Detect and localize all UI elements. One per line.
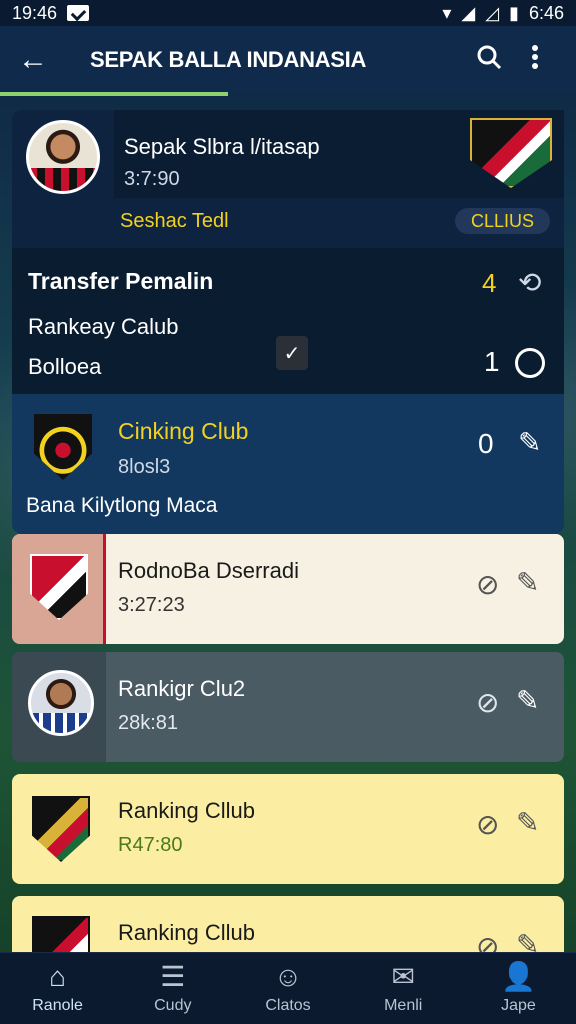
main-content: Sepak Slbra l/itasap 3:7:90 Seshac Tedl …	[12, 110, 564, 1024]
toggle-circle-icon[interactable]	[515, 348, 545, 378]
list-item-title: Rankigr Clu2	[118, 676, 246, 701]
transfer-line2: Bolloea	[28, 354, 102, 379]
transfer-value: 1	[484, 346, 500, 377]
list-item-thumb	[12, 534, 106, 644]
list-item-sub: 3:27:23	[118, 594, 185, 616]
signal-icon: ◢	[461, 2, 476, 23]
nav-item-profile[interactable]: 👤 Jape	[461, 953, 576, 1024]
player-avatar	[28, 670, 94, 736]
list-item[interactable]: Rankigr Clu2 28k:81 ⊘ ✎	[12, 652, 564, 762]
link-icon[interactable]: ⊘	[476, 808, 499, 841]
checkbox[interactable]: ✓	[276, 336, 308, 370]
cinking-value: 0	[478, 428, 494, 459]
transfer-title: Transfer Pemalin	[28, 268, 214, 294]
page-title: SEPAK BALLA INDANASIA	[90, 47, 367, 72]
search-icon[interactable]	[466, 44, 512, 77]
list-item-title: Ranking Cllub	[118, 798, 255, 823]
transfer-count: 4	[482, 268, 497, 298]
loading-progress	[0, 92, 228, 96]
nav-item-chat[interactable]: ☺ Clatos	[230, 953, 345, 1024]
status-bar: 19:46 ▾ ◢ ◿ ▮ 6:46	[0, 0, 576, 26]
home-icon: ⌂	[49, 960, 67, 992]
cinking-title: Cinking Club	[118, 418, 249, 444]
club-crest-icon	[32, 796, 90, 862]
whistle-icon[interactable]: ✎	[518, 426, 541, 459]
share-icon[interactable]: ⟲	[518, 266, 541, 299]
battery-icon: ▮	[509, 2, 519, 23]
status-time-left: 19:46	[12, 2, 58, 23]
whistle-icon[interactable]: ✎	[516, 566, 539, 599]
signal-icon-2: ◿	[485, 2, 500, 23]
link-icon[interactable]: ⊘	[476, 686, 499, 719]
nav-label: Cudy	[154, 996, 192, 1014]
nav-item-mail[interactable]: ✉ Menli	[346, 953, 461, 1024]
mail-icon: ✉	[391, 960, 415, 992]
list-item-sub: 28k:81	[118, 712, 179, 734]
transfer-section: Transfer Pemalin 4 ⟲ Rankeay Calub Bollo…	[12, 248, 564, 394]
app-bar: ← SEPAK BALLA INDANASIA	[0, 26, 576, 94]
back-arrow-icon[interactable]: ←	[18, 43, 58, 77]
nav-label: Menli	[384, 996, 423, 1014]
profile-card[interactable]: Sepak Slbra l/itasap 3:7:90 Seshac Tedl …	[12, 110, 564, 248]
status-time-right: 6:46	[528, 2, 564, 23]
profile-name: Sepak Slbra l/itasap	[124, 134, 320, 159]
profile-tag: Seshac Tedl	[120, 210, 229, 232]
link-icon[interactable]: ⊘	[476, 568, 499, 601]
player-avatar	[26, 120, 100, 194]
club-crest-icon	[30, 554, 88, 620]
list-item-thumb	[12, 652, 106, 762]
cinking-sub: 8losl3	[118, 456, 171, 478]
nav-item-home[interactable]: ⌂ Ranole	[0, 953, 115, 1024]
club-crest-icon	[34, 414, 92, 480]
bottom-nav: ⌂ Ranole ☰ Cudy ☺ Clatos ✉ Menli 👤 Jape	[0, 952, 576, 1024]
cinking-footer: Bana Kilytlong Maca	[26, 494, 218, 517]
transfer-line1: Rankeay Calub	[28, 314, 179, 339]
club-list: RodnoBa Dserradi 3:27:23 ⊘ ✎ Rankigr Clu…	[12, 534, 564, 1024]
notification-icon	[67, 5, 90, 21]
list-item[interactable]: RodnoBa Dserradi 3:27:23 ⊘ ✎	[12, 534, 564, 644]
whistle-icon[interactable]: ✎	[516, 684, 539, 717]
cinking-section: Cinking Club 8losl3 0 ✎ Bana Kilytlong M…	[12, 394, 564, 534]
list-item-title: RodnoBa Dserradi	[118, 558, 299, 583]
whistle-icon[interactable]: ✎	[516, 806, 539, 839]
nav-item-list[interactable]: ☰ Cudy	[115, 953, 230, 1024]
nav-label: Jape	[501, 996, 536, 1014]
list-item-sub: R47:80	[118, 834, 183, 856]
wifi-icon: ▾	[442, 2, 452, 23]
club-badge[interactable]: CLLIUS	[454, 208, 550, 234]
profile-icon: 👤	[500, 960, 536, 992]
profile-time: 3:7:90	[124, 168, 180, 190]
nav-label: Ranole	[32, 996, 83, 1014]
list-item[interactable]: Ranking Cllub R47:80 ⊘ ✎	[12, 774, 564, 884]
chat-icon: ☺	[273, 960, 303, 992]
list-item-title: Ranking Cllub	[118, 920, 255, 945]
nav-label: Clatos	[265, 996, 311, 1014]
list-icon: ☰	[160, 960, 186, 992]
more-vert-icon[interactable]	[512, 44, 558, 77]
list-item-thumb	[12, 774, 106, 884]
